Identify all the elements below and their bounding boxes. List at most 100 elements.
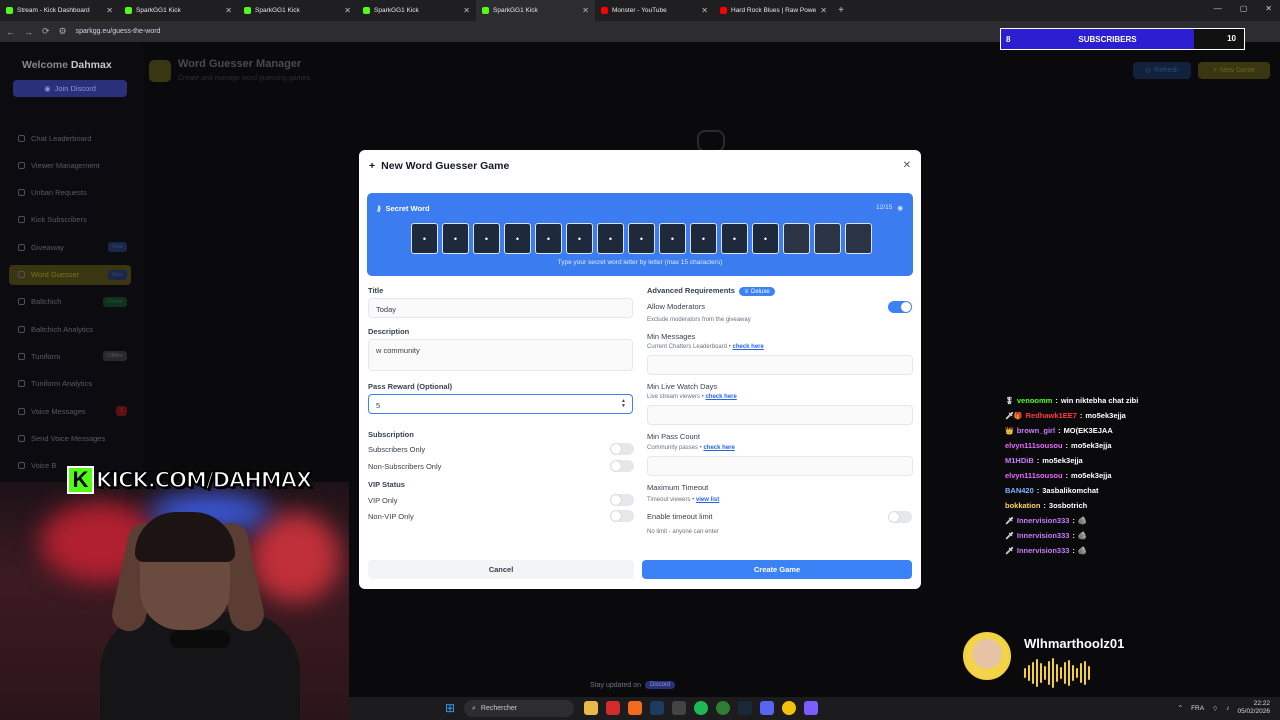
check-here-link[interactable]: check here <box>732 344 763 350</box>
browser-tab[interactable]: Hard Rock Blues | Raw Power, G✕ <box>714 0 833 21</box>
volume-icon[interactable]: ♪ <box>1226 705 1229 712</box>
discord-icon[interactable] <box>760 701 774 715</box>
sidebar-item-tuniform-analytics[interactable]: Tuniform Analytics <box>9 374 131 394</box>
close-icon[interactable]: ✕ <box>1265 4 1272 13</box>
refresh-button[interactable]: ⟳ Refresh <box>1133 62 1191 79</box>
chat-text: 🪨 <box>1077 516 1088 525</box>
cancel-button[interactable]: Cancel <box>368 560 634 579</box>
spotify-icon[interactable] <box>694 701 708 715</box>
non-vip-only-toggle[interactable] <box>610 510 634 522</box>
browser-tab[interactable]: SparkGG1 Kick ✕ <box>476 0 595 21</box>
letter-box[interactable] <box>814 223 841 254</box>
new-tab-icon[interactable]: + <box>833 5 849 16</box>
browser-tab[interactable]: SparkGG1 Kick ✕ <box>119 0 238 21</box>
eye-icon[interactable]: ◉ <box>897 204 903 212</box>
discord-link[interactable]: Discord <box>645 681 676 689</box>
back-icon[interactable]: ← <box>6 27 15 37</box>
sidebar-item-viewer-management[interactable]: Viewer Management <box>9 155 131 175</box>
taskbar-search[interactable]: ⌕ Rechercher <box>464 700 574 717</box>
chrome-icon[interactable] <box>782 701 796 715</box>
close-icon[interactable]: ✕ <box>344 6 351 15</box>
browser-tab[interactable]: SparkGG1 Kick ✕ <box>357 0 476 21</box>
description-textarea[interactable]: w community <box>368 339 633 371</box>
letter-box[interactable] <box>783 223 810 254</box>
steam-icon[interactable] <box>738 701 752 715</box>
subscribers-only-toggle[interactable] <box>610 443 634 455</box>
letter-box[interactable]: • <box>597 223 624 254</box>
vip-only-toggle[interactable] <box>610 494 634 506</box>
subscribers-only-label: Subscribers Only <box>368 444 426 454</box>
close-icon[interactable]: ✕ <box>582 6 589 15</box>
create-game-button[interactable]: Create Game <box>642 560 912 579</box>
close-icon[interactable]: ✕ <box>225 6 232 15</box>
letter-box[interactable]: • <box>442 223 469 254</box>
view-list-link[interactable]: view list <box>696 497 719 503</box>
check-here-link[interactable]: check here <box>703 445 734 451</box>
close-icon[interactable]: ✕ <box>903 160 911 171</box>
sidebar-item-baltchich-analytics[interactable]: Baltchich Analytics <box>9 319 131 339</box>
join-discord-button[interactable]: ◉ Join Discord <box>13 80 127 97</box>
close-icon[interactable]: ✕ <box>701 6 708 15</box>
sidebar-item-chat-leaderboard[interactable]: Chat Leaderboard <box>9 128 131 148</box>
letter-box[interactable]: • <box>659 223 686 254</box>
app-icon[interactable] <box>672 701 686 715</box>
new-game-button[interactable]: + New Game <box>1198 62 1270 79</box>
letter-box[interactable]: • <box>566 223 593 254</box>
letter-box[interactable]: • <box>473 223 500 254</box>
stepper-icon[interactable]: ▲ ▼ <box>621 399 626 409</box>
close-icon[interactable]: ✕ <box>106 6 113 15</box>
forward-icon[interactable]: → <box>24 27 33 37</box>
close-icon[interactable]: ✕ <box>463 6 470 15</box>
language-indicator[interactable]: FRA <box>1191 705 1204 712</box>
minimize-icon[interactable]: — <box>1214 4 1222 13</box>
maximize-icon[interactable]: ▢ <box>1240 4 1248 13</box>
browser-tab[interactable]: Stream - Kick Dashboard ✕ <box>0 0 119 21</box>
close-icon[interactable]: ✕ <box>820 6 827 15</box>
sidebar-item-word-guesser[interactable]: Word Guesser New <box>9 264 131 285</box>
file-explorer-icon[interactable] <box>584 701 598 715</box>
sidebar-item-tuniform[interactable]: Tuniform Offline <box>9 346 131 366</box>
letter-box[interactable]: • <box>721 223 748 254</box>
pass-reward-input[interactable]: 5 ▲ ▼ <box>368 394 633 414</box>
non-subscribers-only-toggle[interactable] <box>610 460 634 472</box>
enable-timeout-toggle[interactable] <box>888 511 912 523</box>
min-messages-input[interactable] <box>647 355 913 375</box>
letter-box[interactable]: • <box>411 223 438 254</box>
sidebar-item-baltchich[interactable]: Baltchich Online <box>9 292 131 312</box>
subscription-label: Subscription <box>368 430 414 439</box>
secret-word-label-text: Secret Word <box>385 204 430 213</box>
sidebar-item-kick-subscribers[interactable]: Kick Subscribers <box>9 210 131 230</box>
reload-icon[interactable]: ⟳ <box>42 26 50 37</box>
browser-tab[interactable]: Monster - YouTube ✕ <box>595 0 714 21</box>
site-info-icon[interactable]: ⚙ <box>59 26 67 37</box>
xbox-icon[interactable] <box>716 701 730 715</box>
min-live-watch-input[interactable] <box>647 405 913 425</box>
chat-separator: : <box>1072 531 1075 540</box>
windows-start-icon[interactable]: ⊞ <box>445 702 458 715</box>
app-icon[interactable] <box>650 701 664 715</box>
letter-box[interactable] <box>845 223 872 254</box>
min-pass-count-input[interactable] <box>647 456 913 476</box>
letter-box[interactable]: • <box>690 223 717 254</box>
app-icon[interactable] <box>804 701 818 715</box>
app-icon[interactable] <box>606 701 620 715</box>
sidebar-item-giveaway[interactable]: Giveaway New <box>9 237 131 257</box>
letter-box[interactable]: • <box>752 223 779 254</box>
allow-moderators-toggle[interactable] <box>888 301 912 313</box>
letter-box[interactable]: • <box>535 223 562 254</box>
check-here-link[interactable]: check here <box>705 394 736 400</box>
browser-tab[interactable]: SparkGG1 Kick ✕ <box>238 0 357 21</box>
tab-favicon-icon <box>6 7 13 14</box>
sidebar-item-voice-messages[interactable]: Voice Messages 1 <box>9 401 131 421</box>
min-pass-count-sub-text: Community passes • <box>647 445 702 451</box>
sidebar-item-send-voice-messages[interactable]: Send Voice Messages <box>9 428 131 448</box>
clock[interactable]: 22:22 05/02/2026 <box>1237 700 1270 716</box>
letter-box[interactable]: • <box>504 223 531 254</box>
network-icon[interactable]: ⌔ <box>1212 704 1218 713</box>
title-input[interactable]: Today <box>368 298 633 318</box>
sidebar-item-unban-requests[interactable]: Unban Requests <box>9 183 131 203</box>
url-field[interactable]: sparkgg.eu/guess-the-word <box>76 28 161 35</box>
app-icon[interactable] <box>628 701 642 715</box>
chevron-up-icon[interactable]: ⌃ <box>1178 704 1183 712</box>
letter-box[interactable]: • <box>628 223 655 254</box>
